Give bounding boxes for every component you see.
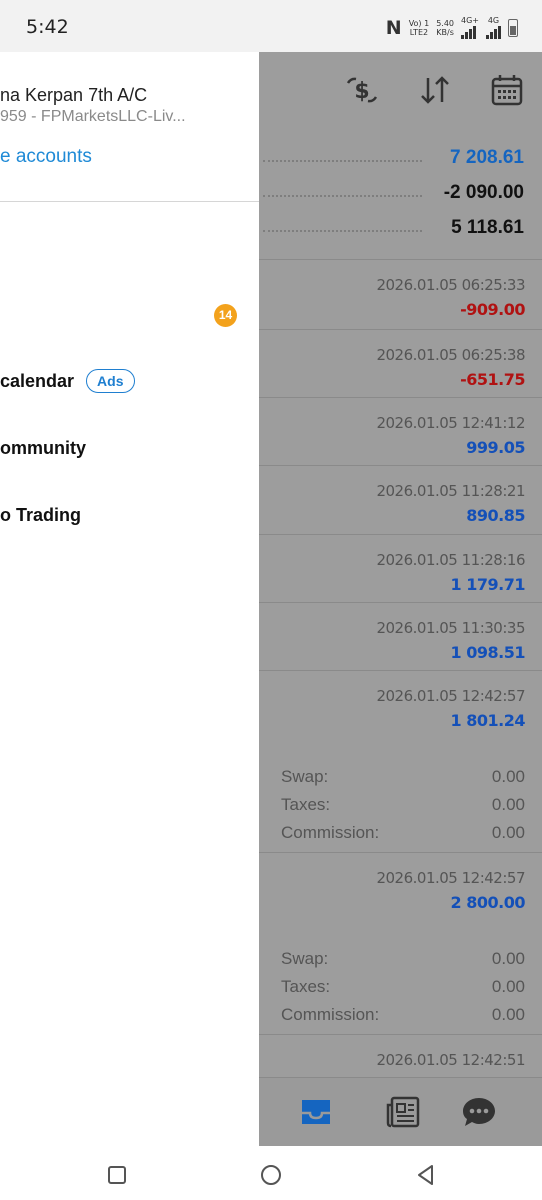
detail-value: 0.00 [491, 795, 525, 814]
status-icons: N Vo) 1 LTE2 5.40 KB/s 4G+ 4G [386, 16, 518, 39]
deal-datetime: 2026.01.05 06:25:33 [376, 276, 525, 294]
volte-bottom: LTE2 [409, 27, 429, 37]
deal-row[interactable]: 2026.01.05 11:28:16 1 179.71 [259, 534, 542, 602]
notification-badge: 14 [214, 304, 237, 327]
summary-value: -2 090.00 [443, 182, 524, 203]
deal-amount: 1 801.24 [450, 711, 526, 730]
detail-value: 0.00 [491, 949, 525, 968]
system-navigation-bar [0, 1146, 542, 1200]
account-name[interactable]: na Kerpan 7th A/C [0, 85, 147, 106]
sort-icon[interactable] [417, 72, 453, 108]
signal-2: 4G [486, 16, 501, 39]
menu-item-trading[interactable]: o Trading [0, 505, 81, 526]
volte-indicator: Vo) 1 LTE2 [409, 19, 430, 37]
ads-badge: Ads [86, 369, 135, 393]
home-button[interactable] [256, 1160, 286, 1190]
deal-amount: -651.75 [460, 370, 525, 389]
net-type-2: 4G [487, 16, 500, 25]
deal-row[interactable]: 2026.01.05 11:30:35 1 098.51 [259, 602, 542, 670]
deal-row[interactable]: 2026.01.05 12:42:51 [259, 1034, 542, 1077]
detail-label: Swap: [281, 767, 329, 786]
menu-item-community[interactable]: ommunity [0, 438, 86, 459]
leader-dots [263, 230, 422, 232]
summary-row: 7 208.61 [259, 141, 542, 177]
detail-value: 0.00 [491, 767, 525, 786]
deal-amount: 890.85 [466, 506, 525, 525]
leader-dots [263, 160, 422, 162]
deal-amount: 1 179.71 [450, 575, 526, 594]
deal-datetime: 2026.01.05 12:42:57 [376, 869, 525, 887]
detail-label: Taxes: [281, 795, 331, 814]
net-type-1: 4G+ [461, 16, 479, 25]
summary-row: 5 118.61 [259, 211, 542, 247]
signal-bars-icon [461, 25, 479, 39]
deal-row[interactable]: 2026.01.05 11:28:21 890.85 [259, 465, 542, 534]
network-speed: 5.40 KB/s [436, 19, 454, 37]
deal-row[interactable]: 2026.01.05 06:25:33 -909.00 [259, 259, 542, 329]
deal-amount: -909.00 [460, 300, 525, 319]
nfc-icon: N [385, 16, 402, 39]
deal-datetime: 2026.01.05 11:30:35 [376, 619, 525, 637]
news-icon[interactable] [383, 1092, 423, 1132]
summary-value: 7 208.61 [450, 147, 524, 168]
deal-datetime: 2026.01.05 11:28:21 [376, 482, 525, 500]
deal-datetime: 2026.01.05 12:42:51 [376, 1051, 525, 1069]
deal-detail-commission: Commission: 0.00 [259, 819, 542, 847]
deal-detail-swap: Swap: 0.00 [259, 945, 542, 973]
signal-1: 4G+ [461, 16, 479, 39]
menu-item-label: ommunity [0, 438, 87, 458]
drawer-divider [0, 201, 259, 202]
volte-top: Vo) 1 [408, 18, 430, 28]
deal-detail-taxes: Taxes: 0.00 [259, 791, 542, 819]
deal-amount: 1 098.51 [450, 643, 526, 662]
calendar-icon[interactable] [489, 72, 525, 108]
history-panel-dimmed[interactable]: $ 7 208.61 -2 090.00 5 118.61 2026.01.05… [259, 52, 542, 1146]
deal-row-expanded[interactable]: 2026.01.05 12:42:57 1 801.24 Swap: 0.00 … [259, 670, 542, 852]
deal-detail-swap: Swap: 0.00 [259, 763, 542, 791]
status-bar: 5:42 N Vo) 1 LTE2 5.40 KB/s 4G+ 4G [0, 0, 542, 52]
menu-item-label: calendar [0, 370, 75, 391]
battery-icon [508, 18, 518, 37]
status-time: 5:42 [26, 16, 69, 38]
leader-dots [263, 195, 422, 197]
signal-bars-icon [486, 25, 501, 39]
deal-amount: 999.05 [466, 438, 525, 457]
speed-unit: KB/s [436, 27, 454, 37]
chat-icon[interactable] [459, 1092, 499, 1132]
inbox-icon[interactable] [296, 1092, 336, 1132]
deal-row[interactable]: 2026.01.05 06:25:38 -651.75 [259, 329, 542, 397]
detail-label: Commission: [281, 1005, 380, 1024]
svg-text:$: $ [354, 79, 369, 104]
detail-label: Commission: [281, 823, 380, 842]
deal-detail-taxes: Taxes: 0.00 [259, 973, 542, 1001]
deal-row-expanded[interactable]: 2026.01.05 12:42:57 2 800.00 Swap: 0.00 … [259, 852, 542, 1034]
detail-value: 0.00 [491, 1005, 525, 1024]
deal-datetime: 2026.01.05 06:25:38 [376, 346, 525, 364]
recents-button[interactable] [102, 1160, 132, 1190]
menu-item-economic-calendar[interactable]: calendar Ads [0, 369, 135, 393]
deal-datetime: 2026.01.05 11:28:16 [376, 551, 525, 569]
deal-datetime: 2026.01.05 12:41:12 [376, 414, 525, 432]
account-server: 959 - FPMarketsLLC-Liv... [0, 108, 186, 125]
detail-label: Taxes: [281, 977, 331, 996]
detail-label: Swap: [281, 949, 329, 968]
navigation-drawer: na Kerpan 7th A/C 959 - FPMarketsLLC-Liv… [0, 52, 259, 1146]
back-button[interactable] [411, 1160, 441, 1190]
menu-item-label: o Trading [0, 505, 81, 525]
detail-value: 0.00 [491, 823, 525, 842]
summary-value: 5 118.61 [451, 217, 524, 238]
currency-exchange-icon[interactable]: $ [344, 72, 380, 108]
deal-row[interactable]: 2026.01.05 12:41:12 999.05 [259, 397, 542, 465]
deal-amount: 2 800.00 [450, 893, 526, 912]
toolbar: $ [259, 52, 542, 128]
deal-datetime: 2026.01.05 12:42:57 [376, 687, 525, 705]
bottom-navigation [259, 1077, 542, 1146]
summary-row: -2 090.00 [259, 176, 542, 212]
detail-value: 0.00 [491, 977, 525, 996]
speed-value: 5.40 [436, 18, 454, 28]
manage-accounts-link[interactable]: e accounts [0, 146, 92, 168]
deal-detail-commission: Commission: 0.00 [259, 1001, 542, 1029]
